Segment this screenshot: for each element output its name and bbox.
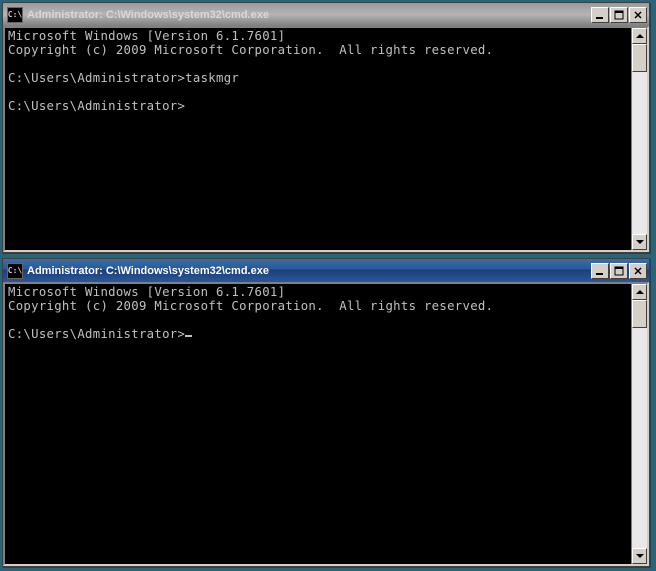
scroll-up-button[interactable] <box>632 28 647 44</box>
scroll-track[interactable] <box>632 44 647 234</box>
maximize-button[interactable] <box>610 263 628 279</box>
prompt-line: C:\Users\Administrator> <box>8 327 185 341</box>
window-controls <box>590 7 647 23</box>
vertical-scrollbar[interactable] <box>631 28 647 250</box>
window-title: Administrator: C:\Windows\system32\cmd.e… <box>27 265 590 277</box>
cmd-icon: C:\ <box>7 263 23 279</box>
vertical-scrollbar[interactable] <box>631 284 647 564</box>
output-line: Microsoft Windows [Version 6.1.7601] <box>8 285 285 299</box>
output-line: Copyright (c) 2009 Microsoft Corporation… <box>8 43 493 57</box>
scroll-up-button[interactable] <box>632 284 647 300</box>
titlebar[interactable]: C:\ Administrator: C:\Windows\system32\c… <box>3 3 649 26</box>
output-line: C:\Users\Administrator>taskmgr <box>8 71 239 85</box>
close-button[interactable] <box>629 263 647 279</box>
minimize-button[interactable] <box>591 263 609 279</box>
console-output[interactable]: Microsoft Windows [Version 6.1.7601] Cop… <box>5 28 631 250</box>
console-output[interactable]: Microsoft Windows [Version 6.1.7601] Cop… <box>5 284 631 564</box>
output-line: Copyright (c) 2009 Microsoft Corporation… <box>8 299 493 313</box>
output-line: Microsoft Windows [Version 6.1.7601] <box>8 29 285 43</box>
scroll-track[interactable] <box>632 300 647 548</box>
window-controls <box>590 263 647 279</box>
scroll-down-button[interactable] <box>632 548 647 564</box>
cmd-window-active: C:\ Administrator: C:\Windows\system32\c… <box>2 258 650 567</box>
scroll-thumb[interactable] <box>632 44 647 72</box>
scroll-thumb[interactable] <box>632 300 647 328</box>
cmd-icon: C:\ <box>7 7 23 23</box>
console-body: Microsoft Windows [Version 6.1.7601] Cop… <box>3 26 649 252</box>
cmd-window-inactive: C:\ Administrator: C:\Windows\system32\c… <box>2 2 650 253</box>
maximize-button[interactable] <box>610 7 628 23</box>
text-cursor <box>185 335 192 337</box>
prompt-line: C:\Users\Administrator> <box>8 99 185 113</box>
console-body: Microsoft Windows [Version 6.1.7601] Cop… <box>3 282 649 566</box>
minimize-button[interactable] <box>591 7 609 23</box>
scroll-down-button[interactable] <box>632 234 647 250</box>
window-title: Administrator: C:\Windows\system32\cmd.e… <box>27 9 590 21</box>
titlebar[interactable]: C:\ Administrator: C:\Windows\system32\c… <box>3 259 649 282</box>
close-button[interactable] <box>629 7 647 23</box>
